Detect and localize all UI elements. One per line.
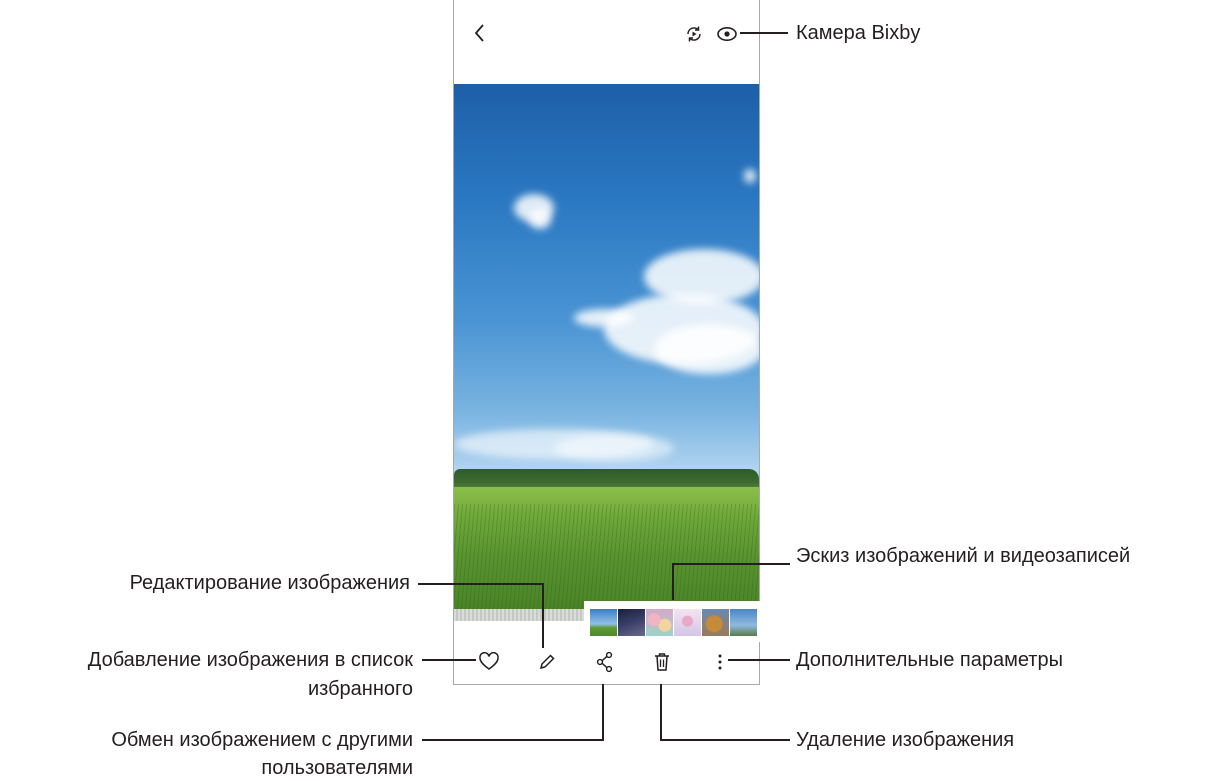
eye-icon[interactable] — [716, 24, 738, 44]
callout-edit: Редактирование изображения — [129, 572, 410, 594]
thumbnail-strip[interactable] — [584, 601, 761, 642]
more-vertical-icon[interactable] — [716, 652, 724, 672]
trash-icon[interactable] — [652, 651, 672, 673]
thumbnail-cake[interactable] — [702, 609, 729, 636]
callout-line-delete-h — [660, 739, 790, 741]
callout-share-line2: пользователями — [261, 757, 413, 779]
callout-bixby-vision: Камера Bixby — [796, 22, 921, 44]
heart-icon[interactable] — [478, 652, 500, 672]
callout-line-more — [728, 659, 790, 661]
top-bar — [454, 0, 759, 84]
thumbnail-macarons[interactable] — [646, 609, 673, 636]
thumbnail-sky-field[interactable] — [590, 609, 617, 636]
thumbnail-flowers[interactable] — [674, 609, 701, 636]
thumbnail-eiffel-tower[interactable] — [730, 609, 757, 636]
callout-line-share-v — [602, 684, 604, 740]
remaster-icon[interactable] — [684, 24, 704, 44]
callout-share-line1: Обмен изображением с другими — [111, 729, 413, 751]
callout-line-edit-v — [542, 583, 544, 648]
callout-line-bixby — [740, 32, 788, 34]
callout-line-thumbnails-h — [672, 563, 790, 565]
callout-delete: Удаление изображения — [796, 729, 1015, 751]
callout-line-thumbnails-v — [672, 563, 674, 600]
photo-preview[interactable] — [454, 84, 759, 609]
callout-line-delete-v — [660, 684, 662, 740]
callout-favorite-line2: избранного — [307, 678, 413, 700]
callout-thumbnails: Эскиз изображений и видеозаписей — [796, 545, 1131, 567]
callout-line-favorite — [422, 659, 476, 661]
thumbnail-night-sky[interactable] — [618, 609, 645, 636]
share-icon[interactable] — [595, 651, 615, 673]
callout-favorite-line1: Добавление изображения в список — [87, 649, 413, 671]
callout-more-options: Дополнительные параметры — [796, 649, 1063, 671]
pencil-icon[interactable] — [537, 652, 557, 672]
timeline-scrubber[interactable] — [454, 609, 584, 621]
callout-line-share-h — [422, 739, 604, 741]
callout-line-edit-h — [418, 583, 544, 585]
bottom-action-bar — [454, 640, 759, 684]
chevron-left-icon[interactable] — [472, 22, 488, 44]
